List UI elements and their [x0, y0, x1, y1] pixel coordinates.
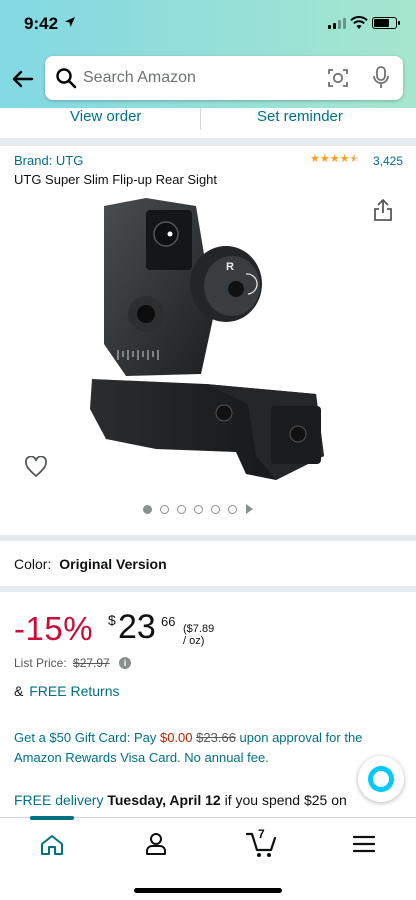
gift-card-pay-amount: $0.00: [159, 730, 193, 745]
battery-icon: [372, 17, 400, 29]
half-star-icon: ★: [349, 153, 360, 165]
view-order-link[interactable]: View order: [70, 108, 141, 125]
delivery-date: Tuesday, April 12: [107, 792, 221, 808]
divider: [200, 108, 201, 130]
wifi-icon: [350, 16, 368, 29]
price-currency: $: [108, 612, 116, 628]
carousel-dot[interactable]: [211, 504, 220, 514]
product-image[interactable]: R: [86, 194, 330, 484]
video-play-icon[interactable]: [245, 504, 254, 514]
carousel-dot[interactable]: [160, 504, 169, 514]
alexa-button[interactable]: [358, 756, 404, 802]
color-selector[interactable]: Color: Original Version: [14, 556, 167, 572]
home-indicator: [134, 888, 282, 893]
status-time: 9:42: [24, 14, 59, 33]
section-divider: [0, 535, 416, 541]
account-icon[interactable]: [144, 832, 168, 856]
search-input[interactable]: Search Amazon: [83, 69, 196, 87]
set-reminder-link[interactable]: Set reminder: [257, 108, 343, 125]
free-returns-link[interactable]: FREE Returns: [29, 683, 119, 699]
list-price-row: List Price: $27.97: [14, 656, 110, 670]
cart-count: 7: [258, 827, 265, 841]
bottom-nav: 7: [0, 816, 416, 900]
star-icon: ★: [319, 153, 330, 165]
status-bar: 9:42: [0, 0, 416, 48]
search-icon: [56, 68, 77, 89]
gift-card-offer[interactable]: Get a $50 Gift Card: Pay $0.00 $23.66 up…: [14, 728, 394, 768]
free-delivery-link[interactable]: FREE delivery: [14, 792, 103, 808]
alexa-icon: [368, 766, 394, 792]
menu-icon[interactable]: [353, 835, 375, 853]
rating-count[interactable]: 3,425: [373, 154, 403, 168]
carousel-dot[interactable]: [194, 504, 203, 514]
back-arrow-icon[interactable]: [10, 66, 36, 92]
returns-row: & FREE Returns: [14, 683, 119, 699]
delivery-condition: if you spend $25 on: [224, 792, 347, 808]
camera-scan-icon[interactable]: [327, 67, 349, 89]
active-tab-indicator: [30, 816, 74, 820]
microphone-icon[interactable]: [372, 66, 390, 90]
section-divider: [0, 138, 416, 146]
svg-text:R: R: [226, 261, 234, 273]
color-value: Original Version: [59, 556, 167, 572]
unit-price: ($7.89 / oz): [183, 623, 215, 647]
price-whole: 23: [118, 608, 156, 646]
star-rating[interactable]: ★ ★ ★ ★ ★: [310, 154, 359, 165]
list-price-label: List Price:: [14, 656, 67, 670]
product-title: UTG Super Slim Flip-up Rear Sight: [14, 172, 218, 187]
location-arrow-icon: [65, 17, 75, 27]
image-carousel-indicator[interactable]: [143, 504, 254, 514]
home-icon[interactable]: [40, 834, 64, 856]
carousel-dot[interactable]: [177, 504, 186, 514]
carousel-dot[interactable]: [228, 504, 237, 514]
delivery-info: FREE delivery Tuesday, April 12 if you s…: [14, 792, 347, 808]
cart-button[interactable]: 7: [245, 827, 278, 860]
gift-card-strike-price: $23.66: [196, 730, 236, 745]
star-icon: ★: [329, 153, 340, 165]
heart-icon[interactable]: [24, 456, 48, 478]
header: 9:42 Search Amazon: [0, 0, 416, 108]
carousel-dot[interactable]: [143, 504, 152, 514]
search-bar[interactable]: Search Amazon: [45, 56, 403, 100]
list-price: $27.97: [73, 656, 110, 670]
gift-card-text: Get a $50 Gift Card: Pay: [14, 730, 157, 745]
discount-percent: -15%: [14, 610, 94, 647]
cellular-signal-icon: [328, 18, 346, 29]
star-icon: ★: [339, 153, 350, 165]
info-icon[interactable]: i: [119, 657, 131, 669]
share-icon[interactable]: [372, 198, 394, 222]
order-actions: View order Set reminder: [0, 108, 416, 138]
star-icon: ★: [310, 153, 320, 165]
section-divider: [0, 586, 416, 592]
color-label: Color:: [14, 556, 52, 572]
brand-link[interactable]: Brand: UTG: [14, 153, 83, 168]
returns-ampersand: &: [14, 683, 24, 699]
price-fraction: 66: [161, 614, 176, 629]
